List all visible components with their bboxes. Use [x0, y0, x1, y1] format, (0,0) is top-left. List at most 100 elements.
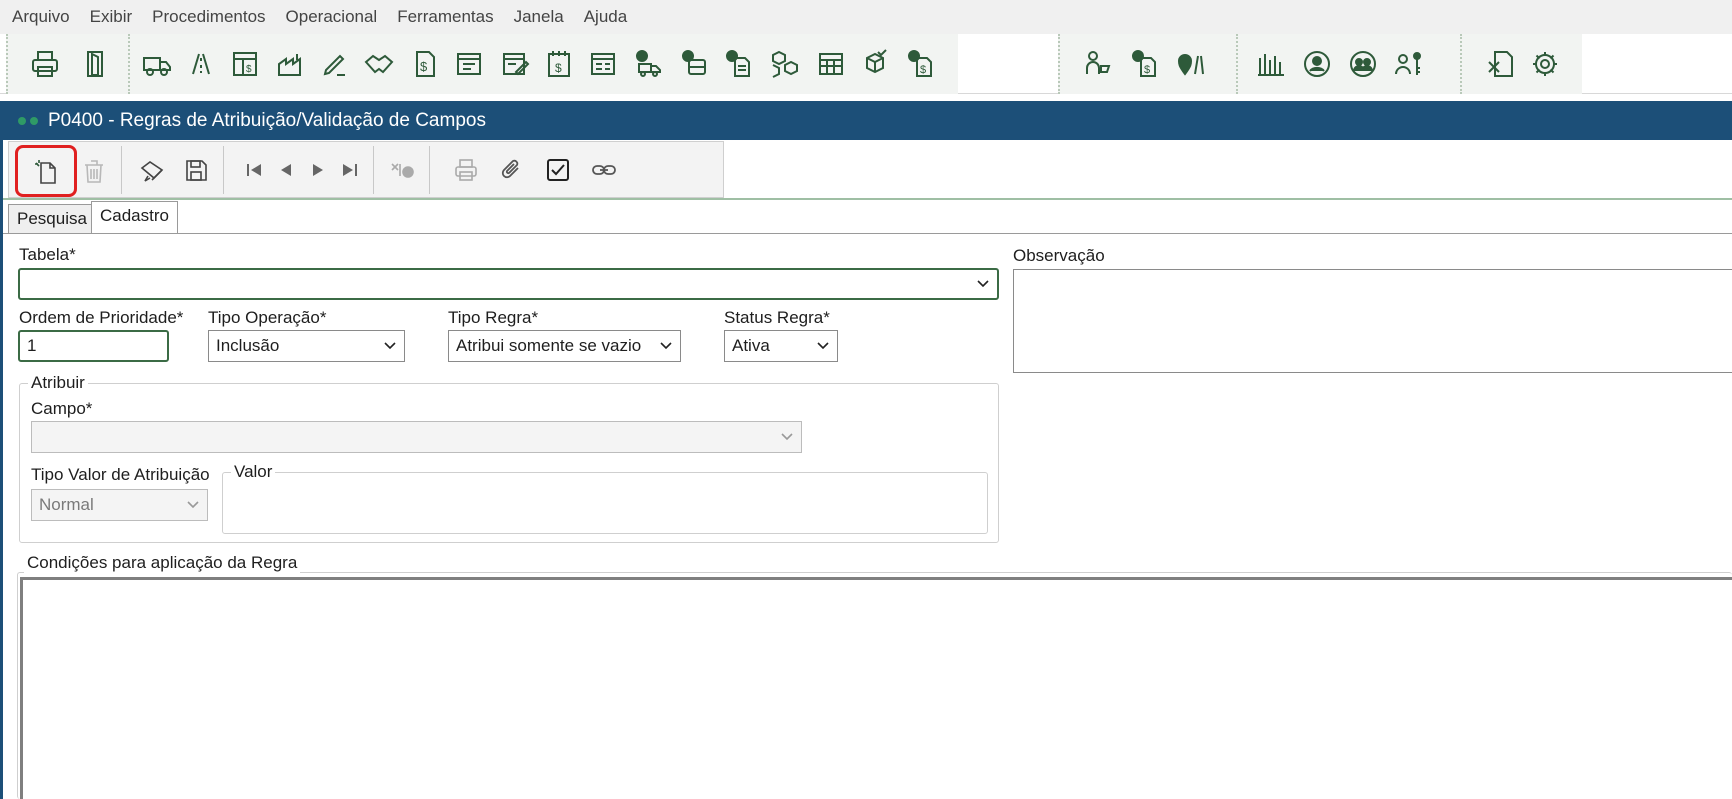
campo-label: Campo* — [31, 399, 93, 418]
tipo-operacao-label: Tipo Operação* — [208, 308, 327, 327]
window-title-bar: P0400 - Regras de Atribuição/Validação d… — [0, 101, 1732, 140]
calendar-money-icon[interactable]: $ — [540, 46, 578, 82]
svg-text:$: $ — [1144, 64, 1150, 76]
gear-icon[interactable] — [1526, 46, 1564, 82]
tipo-regra-select[interactable]: Atribui somente se vazio — [448, 330, 681, 362]
menu-procedimentos[interactable]: Procedimentos — [142, 0, 275, 34]
toolbar-group-3: $ — [1058, 34, 1236, 94]
window-status-dots — [18, 116, 44, 125]
valor-title: Valor — [231, 462, 276, 482]
toolbar-group-5 — [1460, 34, 1582, 94]
record-toolbar — [8, 141, 724, 198]
document-money-pin-icon[interactable]: $ — [902, 46, 940, 82]
tab-cadastro[interactable]: Cadastro — [91, 201, 178, 234]
new-record-button[interactable] — [15, 145, 77, 197]
users-circle-icon[interactable] — [1344, 46, 1382, 82]
printer-icon[interactable] — [26, 46, 64, 82]
bus-pin-icon[interactable] — [676, 46, 714, 82]
status-dot — [30, 116, 38, 125]
status-regra-select[interactable]: Ativa — [724, 330, 838, 362]
grid-table-icon[interactable] — [812, 46, 850, 82]
chevron-down-icon — [977, 280, 989, 288]
toolbar-group-2: $ $ $ $ — [128, 34, 958, 94]
delete-button[interactable] — [75, 151, 113, 189]
pen-icon[interactable] — [316, 46, 354, 82]
boxes-icon[interactable] — [766, 46, 804, 82]
location-route-icon[interactable] — [1172, 46, 1210, 82]
condicoes-title: Condições para aplicação da Regra — [24, 553, 301, 573]
toolbar-group-4 — [1236, 34, 1460, 94]
document-pin-icon[interactable] — [720, 46, 758, 82]
invoice-icon[interactable]: $ — [226, 46, 264, 82]
link-icon[interactable] — [585, 151, 623, 189]
condicoes-editor[interactable] — [20, 577, 1732, 799]
status-dot — [18, 116, 26, 125]
truck-icon[interactable] — [138, 46, 176, 82]
tipo-valor-value: Normal — [39, 495, 94, 514]
menu-ajuda[interactable]: Ajuda — [574, 0, 637, 34]
svg-text:$: $ — [920, 64, 926, 76]
window-frame-left — [0, 140, 3, 799]
menu-arquivo[interactable]: Arquivo — [2, 0, 80, 34]
campo-select[interactable] — [31, 421, 802, 453]
factory-icon[interactable] — [272, 46, 310, 82]
toolbar-separator — [373, 146, 374, 194]
chevron-down-icon — [781, 433, 793, 441]
handshake-icon[interactable] — [360, 46, 398, 82]
atribuir-title: Atribuir — [28, 373, 88, 393]
money-pin-icon[interactable]: $ — [1126, 46, 1164, 82]
chevron-down-icon — [817, 342, 829, 350]
list-window-icon[interactable] — [584, 46, 622, 82]
building-chart-icon[interactable] — [1252, 46, 1290, 82]
status-regra-value: Ativa — [732, 336, 770, 355]
attachment-icon[interactable] — [493, 151, 531, 189]
print-button[interactable] — [447, 151, 485, 189]
toolbar-divider — [3, 198, 1732, 200]
door-exit-icon[interactable] — [76, 46, 114, 82]
tipo-regra-label: Tipo Regra* — [448, 308, 539, 327]
search-record-button[interactable] — [383, 151, 421, 189]
svg-text:$: $ — [420, 59, 428, 74]
observacao-label: Observação — [1013, 246, 1105, 265]
person-cart-icon[interactable] — [1080, 46, 1118, 82]
truck-pin-icon[interactable] — [630, 46, 668, 82]
document-tools-icon[interactable] — [1482, 46, 1520, 82]
chevron-down-icon — [384, 342, 396, 350]
tab-strip-line — [3, 233, 1732, 234]
menu-operacional[interactable]: Operacional — [276, 0, 388, 34]
svg-text:$: $ — [246, 64, 252, 75]
user-key-icon[interactable] — [1390, 46, 1428, 82]
box-check-icon[interactable] — [856, 46, 894, 82]
tipo-valor-label: Tipo Valor de Atribuição — [31, 465, 210, 484]
menu-exibir[interactable]: Exibir — [80, 0, 143, 34]
toolbar-group-1 — [6, 34, 128, 94]
valor-group — [222, 472, 988, 534]
user-circle-icon[interactable] — [1298, 46, 1336, 82]
menu-ferramentas[interactable]: Ferramentas — [387, 0, 503, 34]
tabela-label: Tabela* — [19, 245, 76, 264]
tab-pesquisa[interactable]: Pesquisa — [8, 204, 96, 234]
tipo-valor-select[interactable]: Normal — [31, 489, 208, 521]
ordem-prioridade-label: Ordem de Prioridade* — [19, 308, 184, 327]
save-button[interactable] — [177, 151, 215, 189]
ordem-prioridade-input[interactable]: 1 — [18, 330, 169, 362]
tabela-select[interactable] — [18, 268, 999, 300]
svg-text:$: $ — [555, 61, 562, 75]
ordem-prioridade-value: 1 — [27, 336, 37, 355]
edit-form-icon[interactable] — [496, 46, 534, 82]
menu-bar: Arquivo Exibir Procedimentos Operacional… — [0, 0, 1732, 34]
menu-janela[interactable]: Janela — [504, 0, 574, 34]
last-record-button[interactable] — [331, 151, 369, 189]
chevron-down-icon — [187, 501, 199, 509]
money-document-icon[interactable]: $ — [406, 46, 444, 82]
window-title: P0400 - Regras de Atribuição/Validação d… — [48, 109, 486, 131]
confirm-checkbox-button[interactable] — [539, 151, 577, 189]
observacao-textarea[interactable] — [1013, 269, 1732, 373]
status-regra-label: Status Regra* — [724, 308, 830, 327]
road-icon[interactable] — [182, 46, 220, 82]
window-icon[interactable] — [450, 46, 488, 82]
toolbar-separator — [429, 146, 430, 194]
tipo-operacao-select[interactable]: Inclusão — [208, 330, 405, 362]
edit-record-button[interactable] — [133, 151, 171, 189]
tipo-regra-value: Atribui somente se vazio — [456, 336, 642, 355]
